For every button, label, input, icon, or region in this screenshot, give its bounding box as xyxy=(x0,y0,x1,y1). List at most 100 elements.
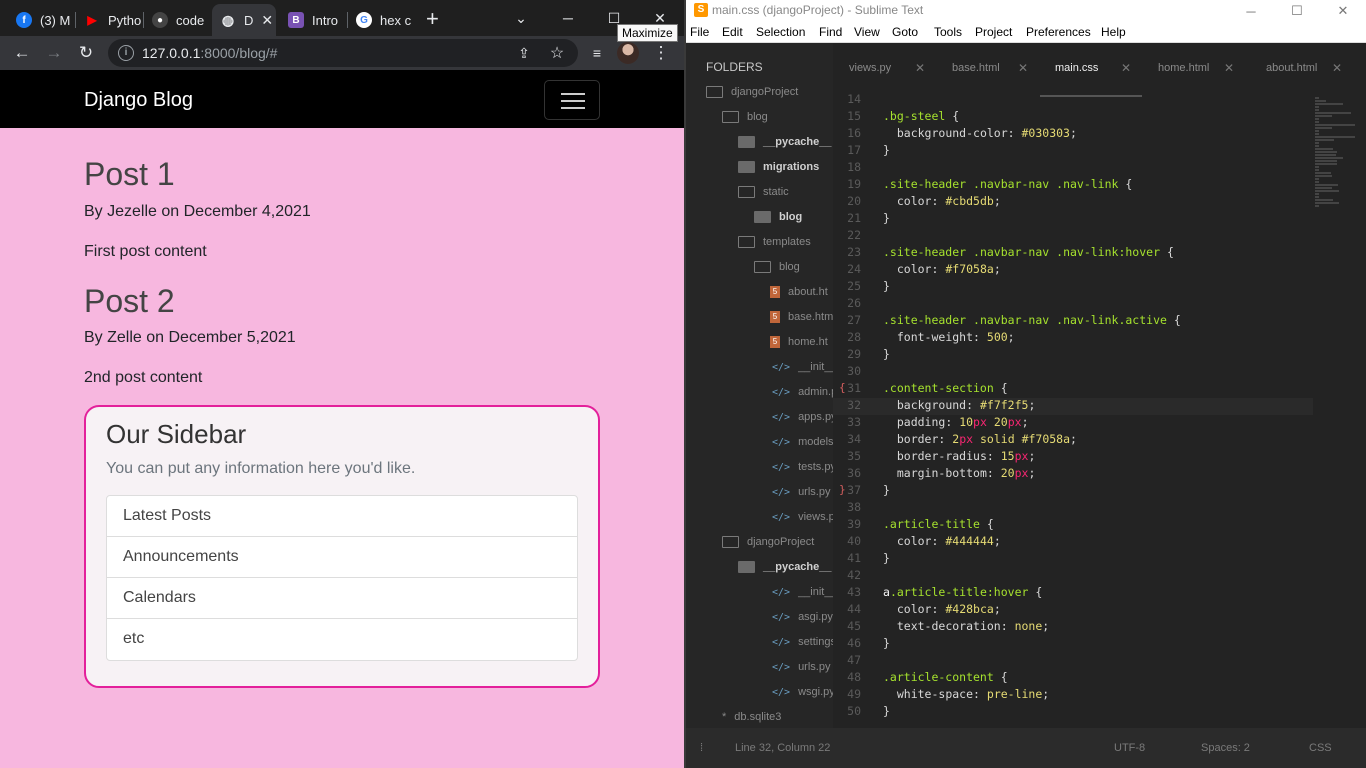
tab-close-icon[interactable]: ✕ xyxy=(1018,61,1028,75)
browser-tab[interactable]: ▶ Pytho xyxy=(76,4,142,36)
navbar-toggler-button[interactable] xyxy=(544,80,600,120)
reload-icon[interactable]: ↻ xyxy=(74,41,98,65)
menu-kebab-icon[interactable]: ⋮ xyxy=(649,41,673,65)
navbar-brand[interactable]: Django Blog xyxy=(84,89,193,112)
tree-item-label: wsgi.py xyxy=(798,686,833,698)
syntax[interactable]: CSS xyxy=(1309,742,1332,754)
editor-tab[interactable]: home.html xyxy=(1158,62,1209,74)
browser-tab[interactable]: ◍ D ✕ xyxy=(212,4,276,36)
sidebar-tree-item[interactable]: blog xyxy=(754,258,800,276)
code-file-icon: </> xyxy=(772,586,791,598)
encoding[interactable]: UTF-8 xyxy=(1114,742,1145,754)
sidebar-list-item[interactable]: Latest Posts xyxy=(107,496,577,537)
sidebar-tree-item[interactable]: </> tests.py xyxy=(772,458,833,476)
sidebar-tree-item[interactable]: </> urls.py xyxy=(772,483,830,501)
indentation[interactable]: Spaces: 2 xyxy=(1201,742,1250,754)
profile-avatar[interactable] xyxy=(617,42,639,64)
menu-item-tools[interactable]: Tools xyxy=(934,25,962,39)
sidebar-tree-item[interactable]: blog xyxy=(754,208,802,226)
tab-close-icon[interactable]: ✕ xyxy=(915,61,925,75)
folder-icon xyxy=(738,136,755,148)
sidebar-tree-item[interactable]: </> asgi.py xyxy=(772,608,833,626)
sidebar-tree-item[interactable]: </> urls.py xyxy=(772,658,830,676)
share-icon[interactable]: ⇪ xyxy=(512,41,536,65)
tab-close-icon[interactable]: ✕ xyxy=(1332,61,1342,75)
sidebar-tree-item[interactable]: 5 base.htm xyxy=(770,308,833,326)
forward-icon[interactable]: → xyxy=(42,41,66,65)
new-tab-button[interactable]: + xyxy=(426,6,439,32)
minimize-button[interactable]: ─ xyxy=(1228,0,1274,22)
minimap[interactable] xyxy=(1315,97,1359,267)
minimap-line xyxy=(1315,109,1319,111)
menu-item-project[interactable]: Project xyxy=(975,25,1012,39)
minimap-line xyxy=(1315,169,1319,171)
minimap-line xyxy=(1315,139,1334,141)
menu-item-edit[interactable]: Edit xyxy=(722,25,743,39)
media-control-icon[interactable]: ≡ xyxy=(585,41,609,65)
sidebar-list: Latest Posts Announcements Calendars etc xyxy=(106,495,578,661)
browser-tab[interactable]: B Intro xyxy=(280,4,346,36)
tree-item-label: __pycache__ xyxy=(763,136,832,148)
sidebar-list-item[interactable]: Calendars xyxy=(107,578,577,619)
sidebar-tree-item[interactable]: </> models.py xyxy=(772,433,833,451)
sidebar-tree-item[interactable]: </> views.py xyxy=(772,508,833,526)
sidebar-tree-item[interactable]: __pycache__ xyxy=(738,558,832,576)
address-bar[interactable]: i 127.0.0.1:8000/blog/# ⇪ ☆ xyxy=(108,39,578,67)
sidebar-tree-item[interactable]: __pycache__ xyxy=(738,133,832,151)
tab-search-icon[interactable]: ⌄ xyxy=(498,0,544,36)
code-editor[interactable]: 14 15 .bg-steel {16 background-color: #030… xyxy=(833,92,1366,728)
sidebar-tree-item[interactable]: 5 home.ht xyxy=(770,333,828,351)
sidebar-tree-item[interactable]: </> __init__.py xyxy=(772,358,833,376)
menu-item-view[interactable]: View xyxy=(854,25,880,39)
editor-tab[interactable]: base.html xyxy=(952,62,1000,74)
browser-tab[interactable]: f (3) M xyxy=(8,4,74,36)
tab-close-icon[interactable]: ✕ xyxy=(261,12,273,29)
sidebar-tree-item[interactable]: * db.sqlite3 xyxy=(722,708,781,726)
menu-item-find[interactable]: Find xyxy=(819,25,842,39)
menu-item-help[interactable]: Help xyxy=(1101,25,1126,39)
back-icon[interactable]: ← xyxy=(10,41,34,65)
site-info-icon[interactable]: i xyxy=(118,45,134,61)
sidebar-tree-item[interactable]: migrations xyxy=(738,158,819,176)
google-icon: G xyxy=(356,12,372,28)
sidebar-tree-item[interactable]: </> admin.py xyxy=(772,383,833,401)
close-window-button[interactable]: ✕ xyxy=(1320,0,1366,22)
maximize-button[interactable]: ☐ xyxy=(1274,0,1320,22)
tab-close-icon[interactable]: ✕ xyxy=(1224,61,1234,75)
sidebar-tree-item[interactable]: static xyxy=(738,183,789,201)
browser-tab[interactable]: Ghex c xyxy=(348,4,414,36)
post-title[interactable]: Post 2 xyxy=(84,283,175,320)
menu-item-preferences[interactable]: Preferences xyxy=(1026,25,1091,39)
sidebar-tree-item[interactable]: djangoProject xyxy=(722,533,814,551)
tree-item-label: djangoProject xyxy=(747,536,815,548)
line-number: 31 xyxy=(847,381,861,395)
code-file-icon: </> xyxy=(772,486,791,498)
sidebar-tree-item[interactable]: templates xyxy=(738,233,811,251)
sidebar-tree-item[interactable]: blog xyxy=(722,108,768,126)
tab-close-icon[interactable]: ✕ xyxy=(1121,61,1131,75)
sidebar-tree-item[interactable]: </> settings.py xyxy=(772,633,833,651)
sidebar-list-item[interactable]: etc xyxy=(107,619,577,660)
sidebar-tree-item[interactable]: </> wsgi.py xyxy=(772,683,833,701)
tree-item-label: home.ht xyxy=(788,336,828,348)
bookmark-star-icon[interactable]: ☆ xyxy=(545,41,569,65)
sidebar-tree-item[interactable]: </> __init__.py xyxy=(772,583,833,601)
editor-tab[interactable]: about.html xyxy=(1266,62,1317,74)
menu-item-file[interactable]: File xyxy=(690,25,709,39)
code-file-icon: </> xyxy=(772,686,791,698)
sidebar-list-item[interactable]: Announcements xyxy=(107,537,577,578)
post-title[interactable]: Post 1 xyxy=(84,156,175,193)
line-number: 25 xyxy=(847,279,861,293)
browser-tab[interactable]: ● code xyxy=(144,4,210,36)
sidebar-tree-item[interactable]: djangoProject xyxy=(706,83,798,101)
code-line: 46} xyxy=(833,636,1313,653)
editor-tab[interactable]: main.css xyxy=(1055,62,1098,74)
status-left-icon[interactable]: ⁞ xyxy=(700,742,703,754)
sidebar-tree-item[interactable]: </> apps.py xyxy=(772,408,833,426)
menu-item-selection[interactable]: Selection xyxy=(756,25,805,39)
line-number: 36 xyxy=(847,466,861,480)
menu-item-goto[interactable]: Goto xyxy=(892,25,918,39)
minimize-button[interactable]: ─ xyxy=(545,0,591,36)
editor-tab[interactable]: views.py xyxy=(849,62,891,74)
sidebar-tree-item[interactable]: 5 about.ht xyxy=(770,283,828,301)
